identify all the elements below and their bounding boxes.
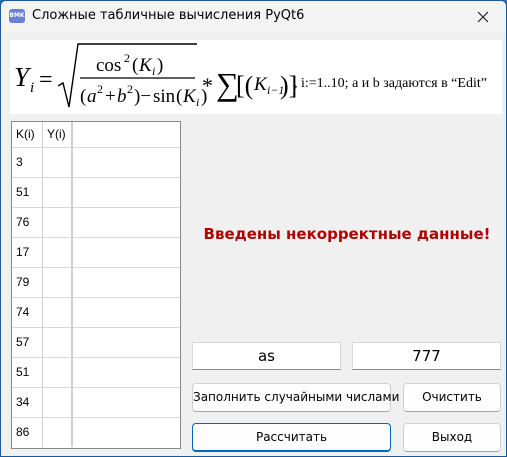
clear-button[interactable]: Очистить: [403, 383, 501, 412]
cell-y[interactable]: [43, 328, 72, 357]
table-row[interactable]: 74: [12, 297, 180, 327]
formula-eq: =: [39, 67, 53, 93]
window-title: Сложные табличные вычисления PyQt6: [32, 8, 305, 23]
exit-button[interactable]: Выход: [403, 423, 501, 452]
formula-b: b: [117, 86, 127, 107]
cell-y[interactable]: [43, 208, 72, 237]
cell-k[interactable]: 76: [12, 208, 43, 237]
cell-k[interactable]: 86: [12, 418, 43, 447]
formula-a: a: [87, 86, 97, 107]
formula-k: K: [138, 55, 153, 76]
cell-k[interactable]: 57: [12, 328, 43, 357]
cell-y[interactable]: [43, 268, 72, 297]
formula-image: Y i = cos 2 ( K i ) ( a 2 + b 2 )− sin (…: [10, 40, 502, 114]
table-row[interactable]: 79: [12, 267, 180, 297]
calculate-button[interactable]: Рассчитать: [192, 423, 391, 452]
error-message: Введены некорректные данные!: [203, 225, 491, 243]
cell-y[interactable]: [43, 178, 72, 207]
formula-k-index: i: [152, 64, 155, 78]
cell-y[interactable]: [43, 298, 72, 327]
header-y: Y(i): [43, 122, 72, 147]
cell-k[interactable]: 3: [12, 148, 43, 177]
formula-cos: cos: [96, 55, 121, 76]
app-icon: BMK: [9, 9, 25, 23]
cell-k[interactable]: 17: [12, 238, 43, 267]
formula-y-index: i: [30, 80, 34, 96]
cell-k[interactable]: 79: [12, 268, 43, 297]
formula-paren-close: ): [157, 55, 163, 76]
formula-mult: *: [202, 73, 213, 98]
table-grid-line: [72, 122, 73, 447]
b-input[interactable]: 777: [352, 342, 501, 370]
table-row[interactable]: 17: [12, 237, 180, 267]
formula-den-close: )−: [134, 86, 151, 107]
table-row[interactable]: 51: [12, 177, 180, 207]
table-row[interactable]: 3: [12, 147, 180, 177]
formula-k2-index: i: [196, 95, 199, 109]
formula-plus: +: [105, 86, 116, 107]
cell-y[interactable]: [43, 388, 72, 417]
formula-sin-open: (: [176, 86, 182, 107]
cell-k[interactable]: 34: [12, 388, 43, 417]
main-window: BMK Сложные табличные вычисления PyQt6 Y…: [0, 0, 507, 457]
table-row[interactable]: 76: [12, 207, 180, 237]
cell-k[interactable]: 51: [12, 358, 43, 387]
table-row[interactable]: 86: [12, 417, 180, 447]
header-k: K(i): [12, 122, 43, 147]
formula-sin: sin: [153, 86, 176, 107]
formula-den-open: (: [80, 86, 86, 107]
table-row[interactable]: 34: [12, 387, 180, 417]
table-row[interactable]: 51: [12, 357, 180, 387]
cell-y[interactable]: [43, 418, 72, 447]
data-table[interactable]: K(i) Y(i) 3 51 76 17 79 74 57 51 34 86: [11, 121, 181, 449]
table-row[interactable]: 57: [12, 327, 180, 357]
formula-note: , i:=1..10; a и b задаются в “Edit”: [294, 76, 487, 91]
cell-y[interactable]: [43, 148, 72, 177]
fill-random-button[interactable]: Заполнить случайными числами: [192, 383, 399, 412]
formula-cos-power: 2: [124, 51, 130, 65]
close-icon: [477, 11, 489, 22]
table-header: K(i) Y(i): [12, 122, 180, 147]
close-button[interactable]: [460, 1, 506, 32]
header-empty: [72, 122, 180, 147]
title-bar[interactable]: BMK Сложные табличные вычисления PyQt6: [1, 1, 506, 32]
formula-k2: K: [182, 86, 197, 107]
formula-a-power: 2: [97, 82, 103, 96]
formula-paren-open: (: [132, 55, 138, 76]
formula-k3: K: [253, 74, 268, 95]
cell-k[interactable]: 74: [12, 298, 43, 327]
formula-b-power: 2: [127, 82, 133, 96]
cell-y[interactable]: [43, 238, 72, 267]
formula-bracket-open: [(: [236, 71, 253, 100]
a-input[interactable]: as: [192, 342, 341, 370]
cell-k[interactable]: 51: [12, 178, 43, 207]
cell-y[interactable]: [43, 358, 72, 387]
